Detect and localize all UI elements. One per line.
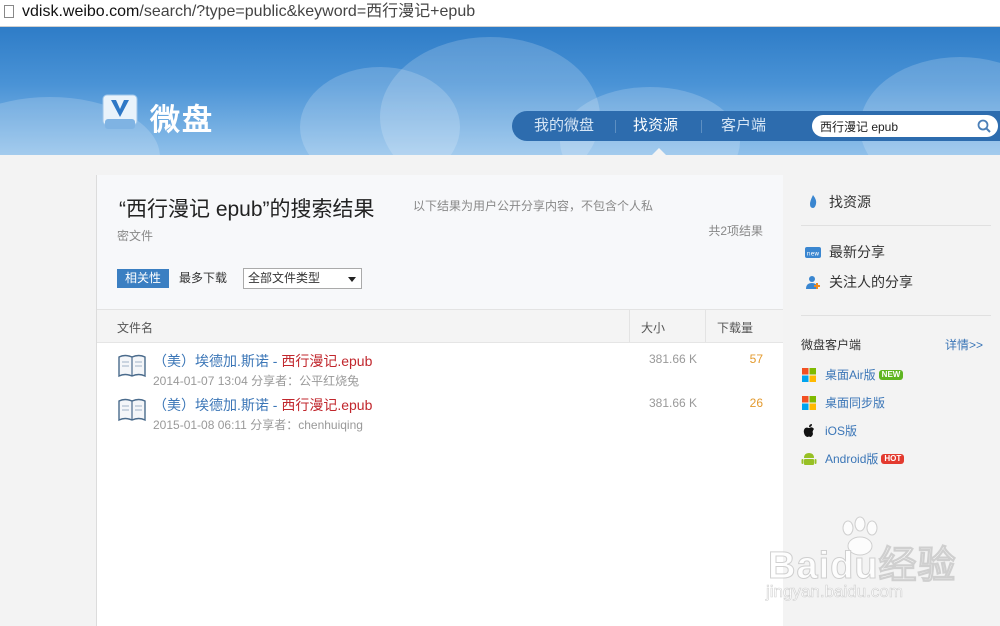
chevron-down-icon xyxy=(348,277,356,282)
browser-address-bar[interactable]: vdisk.weibo.com/search/?type=public&keyw… xyxy=(0,0,1000,27)
column-divider xyxy=(629,310,630,342)
download-count: 57 xyxy=(749,352,763,366)
nav-divider xyxy=(701,120,702,133)
android-icon xyxy=(801,453,817,465)
table-row: （美）埃德加.斯诺 - 西行漫记.epub 2015-01-08 06:11 分… xyxy=(97,395,783,439)
nav-find-resources[interactable]: 找资源 xyxy=(633,111,678,141)
col-size: 大小 xyxy=(641,321,666,335)
table-row: （美）埃德加.斯诺 - 西行漫记.epub 2014-01-07 13:04 分… xyxy=(97,351,783,395)
windows-icon xyxy=(802,396,816,410)
sidebar-item-find[interactable]: 找资源 xyxy=(805,192,871,212)
watermark-brand: Baidu经验 xyxy=(768,545,957,588)
column-divider xyxy=(705,310,706,342)
client-ios[interactable]: iOS版 xyxy=(801,422,857,439)
sort-relevance-button[interactable]: 相关性 xyxy=(117,269,170,288)
download-count: 26 xyxy=(749,396,763,410)
file-size: 381.66 K xyxy=(649,352,698,366)
nav-divider xyxy=(615,120,616,133)
nav-client[interactable]: 客户端 xyxy=(721,111,766,141)
client-desktop-air[interactable]: 桌面Air版 NEW xyxy=(801,366,904,383)
user-follow-icon xyxy=(806,276,820,289)
active-tab-pointer xyxy=(652,148,666,155)
book-icon xyxy=(118,354,146,378)
file-name-link[interactable]: （美）埃德加.斯诺 - 西行漫记.epub xyxy=(153,351,372,371)
results-description-cont: 密文件 xyxy=(117,229,154,243)
book-icon xyxy=(118,398,146,422)
filetype-select[interactable]: 全部文件类型 xyxy=(243,268,362,289)
watermark-site: jingyan.baidu.com xyxy=(766,582,904,602)
file-name-link[interactable]: （美）埃德加.斯诺 - 西行漫记.epub xyxy=(153,395,372,415)
svg-text:new: new xyxy=(807,251,819,258)
table-header: 文件名 大小 下载量 xyxy=(97,310,783,343)
new-icon: new xyxy=(805,247,821,258)
watermark: Baidu经验 jingyan.baidu.com xyxy=(760,512,1000,622)
address-url[interactable]: vdisk.weibo.com/search/?type=public&keyw… xyxy=(22,2,475,22)
search-icon[interactable] xyxy=(976,118,992,134)
sharer-link[interactable]: 公平红烧兔 xyxy=(299,374,359,388)
results-header: “西行漫记 epub”的搜索结果 以下结果为用户公开分享内容，不包含个人私 密文… xyxy=(97,175,783,310)
divider xyxy=(801,315,991,316)
client-desktop-sync[interactable]: 桌面同步版 xyxy=(801,394,885,411)
sharer-link[interactable]: chenhuiqing xyxy=(298,418,363,432)
search-input[interactable] xyxy=(820,117,968,135)
details-link[interactable]: 详情>> xyxy=(945,336,983,353)
sidebar-item-following[interactable]: 关注人的分享 xyxy=(805,272,913,292)
file-meta: 2014-01-07 13:04 分享者：公平红烧兔 xyxy=(153,374,360,388)
sidebar-item-latest[interactable]: new 最新分享 xyxy=(805,242,885,262)
file-size: 381.66 K xyxy=(649,396,698,410)
results-panel: “西行漫记 epub”的搜索结果 以下结果为用户公开分享内容，不包含个人私 密文… xyxy=(96,175,784,626)
file-meta: 2015-01-08 06:11 分享者：chenhuiqing xyxy=(153,418,363,432)
col-filename: 文件名 xyxy=(117,321,154,335)
sort-downloads-button[interactable]: 最多下载 xyxy=(179,269,227,288)
logo-text[interactable]: 微盘 xyxy=(150,95,214,139)
page-icon xyxy=(4,5,14,18)
new-badge: NEW xyxy=(878,370,904,380)
search-box xyxy=(812,115,998,137)
divider xyxy=(801,225,991,226)
client-android[interactable]: Android版 HOT xyxy=(801,450,905,467)
results-title: “西行漫记 epub”的搜索结果 xyxy=(119,198,375,221)
results-count: 共2项结果 xyxy=(708,224,763,238)
apple-icon xyxy=(803,424,814,437)
windows-icon xyxy=(802,368,816,382)
results-description: 以下结果为用户公开分享内容，不包含个人私 xyxy=(413,199,654,213)
filetype-selected: 全部文件类型 xyxy=(248,271,321,285)
hot-badge: HOT xyxy=(881,454,905,464)
nav-my-vdisk[interactable]: 我的微盘 xyxy=(534,111,594,141)
col-downloads: 下载量 xyxy=(717,321,754,335)
vdisk-logo-icon[interactable] xyxy=(100,93,140,133)
client-section-title: 微盘客户端 xyxy=(801,338,862,352)
flame-icon xyxy=(810,195,817,208)
